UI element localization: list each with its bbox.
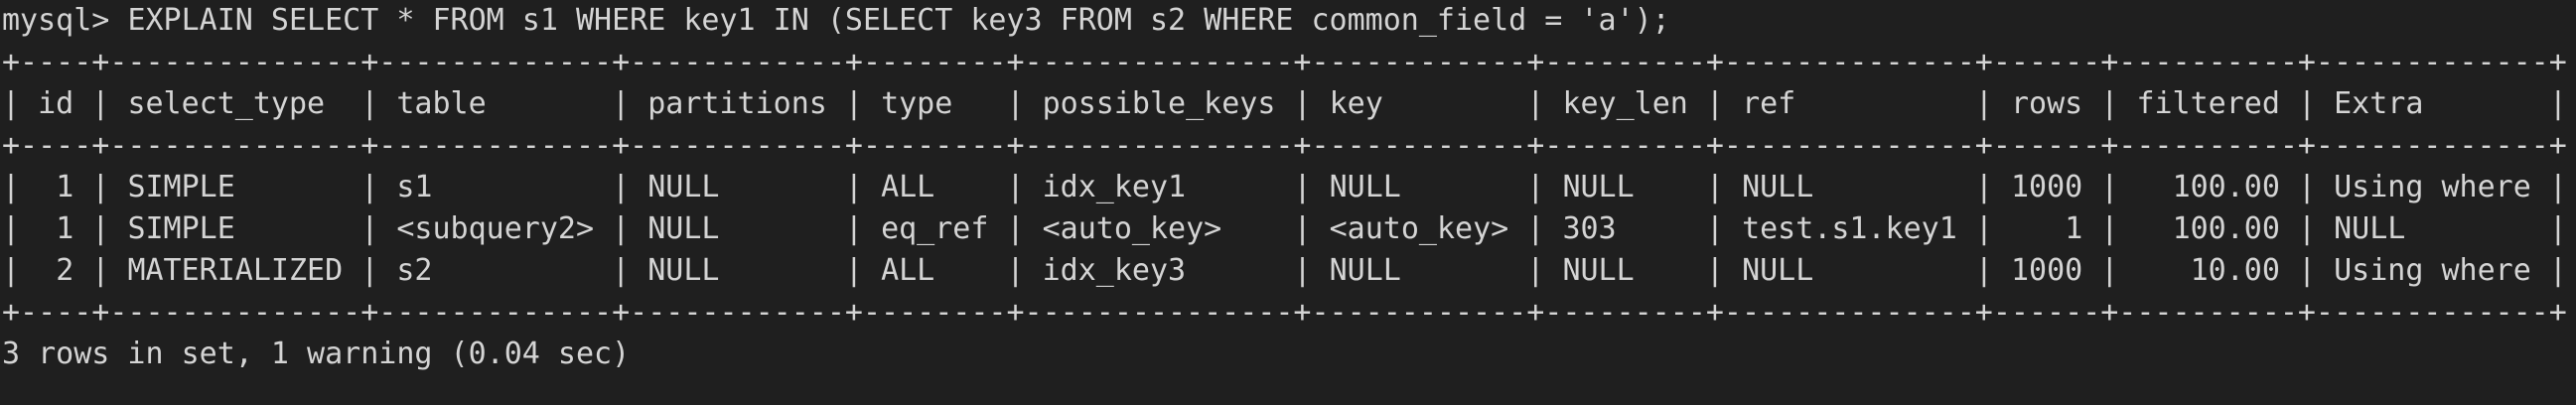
table-row: | 1 | SIMPLE | <subquery2> | NULL | eq_r… [2,211,2567,246]
cell-possible-keys: idx_key3 [1042,253,1187,288]
sql-command: EXPLAIN SELECT * FROM s1 WHERE key1 IN (… [127,3,1670,38]
table-border-header: +----+--------------+-------------+-----… [2,128,2567,163]
mysql-prompt: mysql> [2,3,128,38]
cell-extra: Using where [2334,253,2531,288]
cell-key-len: 303 [1562,211,1617,246]
cell-ref: NULL [1742,170,1814,204]
cell-extra: Using where [2334,170,2531,204]
terminal-window: mysql> EXPLAIN SELECT * FROM s1 WHERE ke… [0,0,2576,405]
column-header-extra: Extra [2334,86,2424,121]
cell-key: NULL [1329,253,1401,288]
table-row: | 1 | SIMPLE | s1 | NULL | ALL | idx_key… [2,170,2567,204]
column-header-possible-keys: possible_keys [1042,86,1276,121]
table-border-bottom: +----+--------------+-------------+-----… [2,295,2567,330]
cell-filtered: 100.00 [2172,211,2280,246]
column-header-table: table [396,86,487,121]
column-header-id: id [38,86,74,121]
column-header-filtered: filtered [2136,86,2280,121]
table-row: | 2 | MATERIALIZED | s2 | NULL | ALL | i… [2,253,2567,288]
column-header-rows: rows [2011,86,2083,121]
cell-type: ALL [881,253,935,288]
column-header-select-type: select_type [127,86,326,121]
cell-table: <subquery2> [396,211,595,246]
cell-possible-keys: <auto_key> [1042,211,1222,246]
cell-filtered: 10.00 [2190,253,2280,288]
cell-id: 2 [56,253,74,288]
cell-type: ALL [881,170,935,204]
command-line[interactable]: mysql> EXPLAIN SELECT * FROM s1 WHERE ke… [2,0,2576,42]
cell-filtered: 100.00 [2172,170,2280,204]
column-header-ref: ref [1742,86,1796,121]
cell-id: 1 [56,211,74,246]
cell-key: NULL [1329,170,1401,204]
cell-partitions: NULL [647,170,720,204]
table-header-row: | id | select_type | table | partitions … [2,86,2567,121]
cell-table: s2 [396,253,433,288]
result-table: +----+--------------+-------------+-----… [2,42,2576,334]
column-header-key-len: key_len [1562,86,1688,121]
column-header-partitions: partitions [647,86,827,121]
cell-table: s1 [396,170,433,204]
cell-type: eq_ref [881,211,989,246]
cell-key: <auto_key> [1329,211,1509,246]
cell-partitions: NULL [647,253,720,288]
cell-ref: test.s1.key1 [1742,211,1957,246]
cell-ref: NULL [1742,253,1814,288]
cell-select-type: MATERIALIZED [127,253,344,288]
column-header-type: type [881,86,953,121]
cell-partitions: NULL [647,211,720,246]
table-border-top: +----+--------------+-------------+-----… [2,45,2567,79]
cell-rows: 1 [2065,211,2083,246]
cell-extra: NULL [2334,211,2406,246]
column-header-key: key [1329,86,1383,121]
cell-possible-keys: idx_key1 [1042,170,1187,204]
cell-key-len: NULL [1562,253,1635,288]
cell-rows: 1000 [2011,253,2083,288]
cell-rows: 1000 [2011,170,2083,204]
cell-select-type: SIMPLE [127,211,235,246]
result-summary: 3 rows in set, 1 warning (0.04 sec) [2,337,631,371]
cell-id: 1 [56,170,74,204]
cell-key-len: NULL [1562,170,1635,204]
cell-select-type: SIMPLE [127,170,235,204]
